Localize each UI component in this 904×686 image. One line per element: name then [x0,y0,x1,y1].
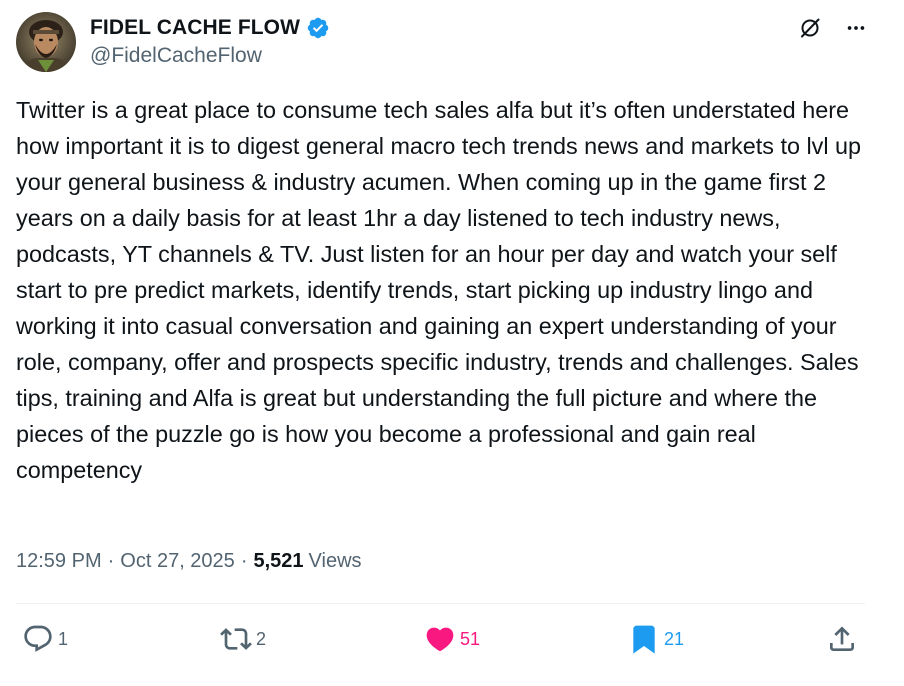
tweet-time[interactable]: 12:59 PM [16,550,102,573]
like-count: 51 [460,628,481,649]
views-count[interactable]: 5,521 [253,550,303,573]
grok-slash-icon[interactable] [796,14,824,42]
bookmark-count: 21 [664,628,685,649]
avatar[interactable] [16,12,76,72]
meta-separator: · [240,550,248,572]
share-button[interactable] [826,622,858,656]
reply-button[interactable]: 1 [22,622,68,656]
verified-badge-icon [306,16,330,40]
tweet-text: Twitter is a great place to consume tech… [16,97,868,483]
share-icon [826,623,858,655]
author-handle[interactable]: @FidelCacheFlow [90,44,262,68]
reply-icon [22,623,54,655]
avatar-image [16,12,76,72]
more-icon[interactable] [842,14,870,42]
reply-count: 1 [58,628,69,649]
repost-count: 2 [256,628,267,649]
author-name-row[interactable]: FIDEL CACHE FLOW [90,14,330,42]
meta-separator: · [107,550,115,572]
tweet-card: FIDEL CACHE FLOW @FidelCacheFlow Twitter… [0,0,904,686]
repost-button[interactable]: 2 [220,622,266,656]
bookmark-icon [628,623,660,655]
views-label[interactable]: Views [309,550,362,573]
divider [16,603,865,604]
tweet-meta: 12:59 PM · Oct 27, 2025 · 5,521 Views [16,550,362,573]
like-button[interactable]: 51 [424,622,480,656]
tweet-date[interactable]: Oct 27, 2025 [120,550,235,573]
bookmark-button[interactable]: 21 [628,622,684,656]
retweet-icon [220,623,252,655]
heart-icon [424,623,456,655]
top-actions [796,14,870,42]
author-display-name[interactable]: FIDEL CACHE FLOW [90,16,300,40]
